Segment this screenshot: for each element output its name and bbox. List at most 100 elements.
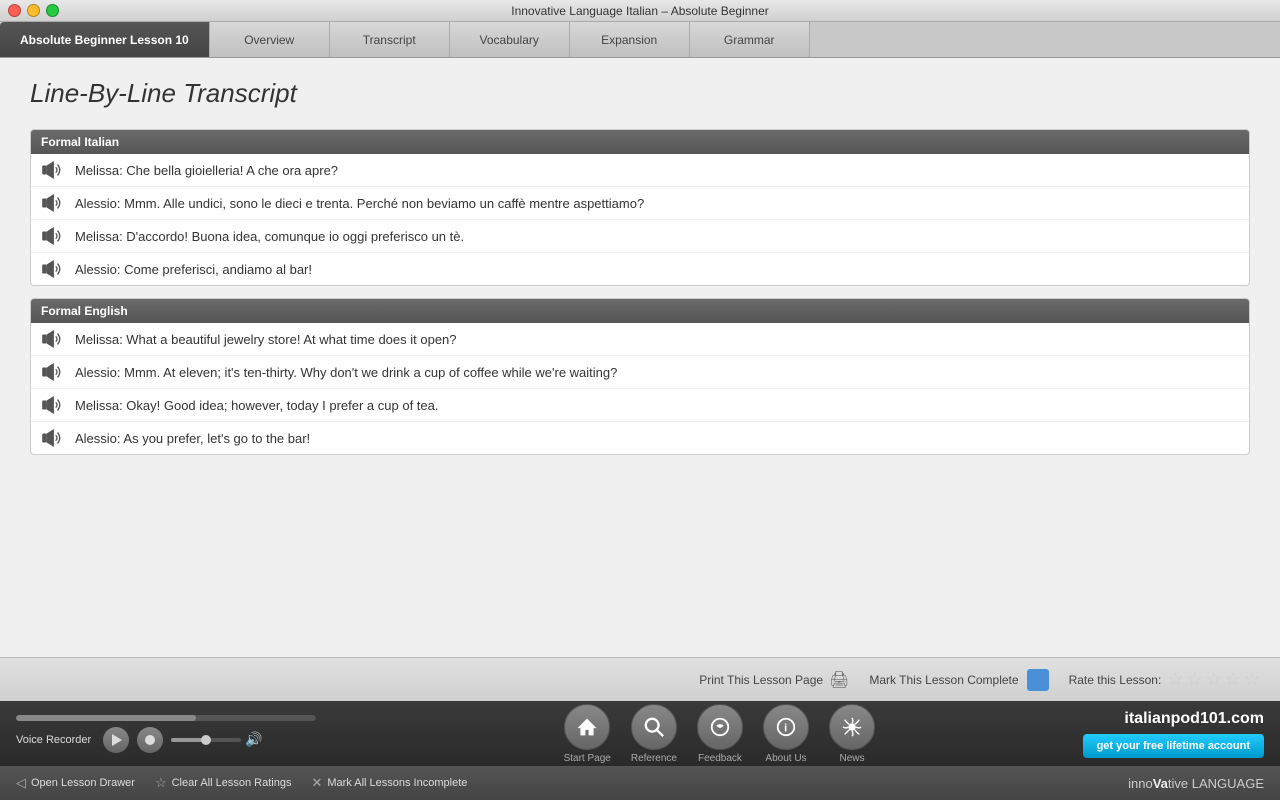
line-text: Melissa: What a beautiful jewelry store!… bbox=[75, 332, 457, 347]
news-icon bbox=[829, 704, 875, 750]
nav-start-page[interactable]: Start Page bbox=[564, 704, 611, 764]
nav-label-feedback: Feedback bbox=[698, 753, 742, 764]
title-bar: Innovative Language Italian – Absolute B… bbox=[0, 0, 1280, 22]
open-drawer-button[interactable]: ◁ Open Lesson Drawer bbox=[16, 775, 135, 791]
tab-overview[interactable]: Overview bbox=[210, 22, 330, 57]
action-bar: Print This Lesson Page 🖨 Mark This Lesso… bbox=[0, 657, 1280, 701]
page-title: Line-By-Line Transcript bbox=[30, 78, 1250, 109]
rate-section: Rate this Lesson: ☆ ☆ ☆ ☆ ☆ bbox=[1069, 669, 1260, 690]
record-icon bbox=[145, 735, 155, 745]
window-title: Innovative Language Italian – Absolute B… bbox=[511, 4, 769, 18]
volume-handle[interactable] bbox=[201, 735, 211, 745]
audio-play-button[interactable] bbox=[39, 225, 67, 247]
star-1[interactable]: ☆ bbox=[1167, 669, 1183, 690]
line-text: Melissa: Che bella gioielleria! A che or… bbox=[75, 163, 338, 178]
star-rating[interactable]: ☆ ☆ ☆ ☆ ☆ bbox=[1167, 669, 1260, 690]
transcript-line: Alessio: Mmm. At eleven; it's ten-thirty… bbox=[31, 356, 1249, 389]
minimize-button[interactable] bbox=[27, 4, 40, 17]
voice-recorder-label: Voice Recorder bbox=[16, 734, 91, 746]
drawer-icon: ◁ bbox=[16, 775, 26, 791]
tab-bar: Absolute Beginner Lesson 10 Overview Tra… bbox=[0, 22, 1280, 58]
rate-label: Rate this Lesson: bbox=[1069, 673, 1162, 687]
nav-label-news: News bbox=[839, 753, 864, 764]
volume-icon: 🔊 bbox=[245, 731, 262, 748]
tab-lesson[interactable]: Absolute Beginner Lesson 10 bbox=[0, 22, 210, 57]
nav-reference[interactable]: Reference bbox=[631, 704, 677, 764]
x-icon: ✕ bbox=[311, 775, 322, 791]
player-bar: Voice Recorder 🔊 bbox=[0, 701, 1280, 766]
account-section: italianpod101.com get your free lifetime… bbox=[1083, 710, 1264, 758]
bottom-right-logo: innoVative LANGUAGE bbox=[1128, 776, 1264, 791]
star-2[interactable]: ☆ bbox=[1186, 669, 1202, 690]
play-icon bbox=[112, 734, 122, 746]
svg-text:i: i bbox=[784, 722, 787, 734]
line-text: Alessio: Mmm. At eleven; it's ten-thirty… bbox=[75, 365, 617, 380]
main-window: Absolute Beginner Lesson 10 Overview Tra… bbox=[0, 22, 1280, 800]
progress-fill bbox=[16, 715, 196, 721]
print-label: Print This Lesson Page bbox=[699, 673, 823, 687]
transcript-line: Melissa: Okay! Good idea; however, today… bbox=[31, 389, 1249, 422]
window-controls[interactable] bbox=[8, 4, 59, 17]
volume-control[interactable]: 🔊 bbox=[171, 731, 262, 748]
nav-label-about-us: About Us bbox=[765, 753, 806, 764]
mark-incomplete-label: Mark All Lessons Incomplete bbox=[327, 777, 467, 789]
clear-ratings-label: Clear All Lesson Ratings bbox=[172, 777, 292, 789]
transcript-section-english: Formal English Melissa: What a beautiful… bbox=[30, 298, 1250, 455]
star-5[interactable]: ☆ bbox=[1244, 669, 1260, 690]
printer-icon: 🖨 bbox=[829, 670, 849, 690]
tab-transcript[interactable]: Transcript bbox=[330, 22, 450, 57]
star-4[interactable]: ☆ bbox=[1225, 669, 1241, 690]
audio-play-button[interactable] bbox=[39, 394, 67, 416]
transcript-line: Alessio: Mmm. Alle undici, sono le dieci… bbox=[31, 187, 1249, 220]
print-button[interactable]: Print This Lesson Page 🖨 bbox=[699, 670, 849, 690]
line-text: Alessio: As you prefer, let's go to the … bbox=[75, 431, 310, 446]
tab-grammar[interactable]: Grammar bbox=[690, 22, 810, 57]
play-button[interactable] bbox=[103, 727, 129, 753]
section-header-english: Formal English bbox=[31, 299, 1249, 323]
clear-ratings-button[interactable]: ☆ Clear All Lesson Ratings bbox=[155, 775, 292, 791]
transcript-line: Melissa: Che bella gioielleria! A che or… bbox=[31, 154, 1249, 187]
audio-play-button[interactable] bbox=[39, 427, 67, 449]
feedback-icon bbox=[697, 704, 743, 750]
transcript-line: Melissa: What a beautiful jewelry store!… bbox=[31, 323, 1249, 356]
line-text: Alessio: Come preferisci, andiamo al bar… bbox=[75, 262, 312, 277]
mark-complete-button[interactable]: Mark This Lesson Complete bbox=[869, 669, 1048, 691]
nav-news[interactable]: News bbox=[829, 704, 875, 764]
section-header-italian: Formal Italian bbox=[31, 130, 1249, 154]
record-button[interactable] bbox=[137, 727, 163, 753]
audio-play-button[interactable] bbox=[39, 328, 67, 350]
nav-icons: Start Page Reference Fee bbox=[356, 704, 1083, 764]
bottom-left-actions: ◁ Open Lesson Drawer ☆ Clear All Lesson … bbox=[16, 775, 467, 791]
audio-play-button[interactable] bbox=[39, 361, 67, 383]
transcript-line: Alessio: Come preferisci, andiamo al bar… bbox=[31, 253, 1249, 285]
innovative-logo: innoVative LANGUAGE bbox=[1128, 776, 1264, 791]
line-text: Melissa: Okay! Good idea; however, today… bbox=[75, 398, 438, 413]
nav-feedback[interactable]: Feedback bbox=[697, 704, 743, 764]
get-account-button[interactable]: get your free lifetime account bbox=[1083, 734, 1264, 758]
reference-icon bbox=[631, 704, 677, 750]
bottom-toolbar: ◁ Open Lesson Drawer ☆ Clear All Lesson … bbox=[0, 766, 1280, 800]
info-icon: i bbox=[763, 704, 809, 750]
close-button[interactable] bbox=[8, 4, 21, 17]
player-controls-section: Voice Recorder 🔊 bbox=[16, 715, 356, 753]
complete-checkbox[interactable] bbox=[1027, 669, 1049, 691]
transcript-section-italian: Formal Italian Melissa: Che bella gioiel… bbox=[30, 129, 1250, 286]
audio-play-button[interactable] bbox=[39, 192, 67, 214]
content-area: Line-By-Line Transcript Formal Italian M… bbox=[0, 58, 1280, 657]
transcript-line: Melissa: D'accordo! Buona idea, comunque… bbox=[31, 220, 1249, 253]
star-3[interactable]: ☆ bbox=[1206, 669, 1222, 690]
audio-play-button[interactable] bbox=[39, 258, 67, 280]
star-icon: ☆ bbox=[155, 775, 167, 791]
mark-incomplete-button[interactable]: ✕ Mark All Lessons Incomplete bbox=[311, 775, 467, 791]
progress-bar[interactable] bbox=[16, 715, 316, 721]
tab-vocabulary[interactable]: Vocabulary bbox=[450, 22, 570, 57]
playback-controls: Voice Recorder 🔊 bbox=[16, 727, 356, 753]
volume-track bbox=[171, 738, 241, 742]
mark-complete-label: Mark This Lesson Complete bbox=[869, 673, 1018, 687]
open-drawer-label: Open Lesson Drawer bbox=[31, 777, 135, 789]
tab-expansion[interactable]: Expansion bbox=[570, 22, 690, 57]
transcript-line: Alessio: As you prefer, let's go to the … bbox=[31, 422, 1249, 454]
audio-play-button[interactable] bbox=[39, 159, 67, 181]
maximize-button[interactable] bbox=[46, 4, 59, 17]
nav-about-us[interactable]: i About Us bbox=[763, 704, 809, 764]
